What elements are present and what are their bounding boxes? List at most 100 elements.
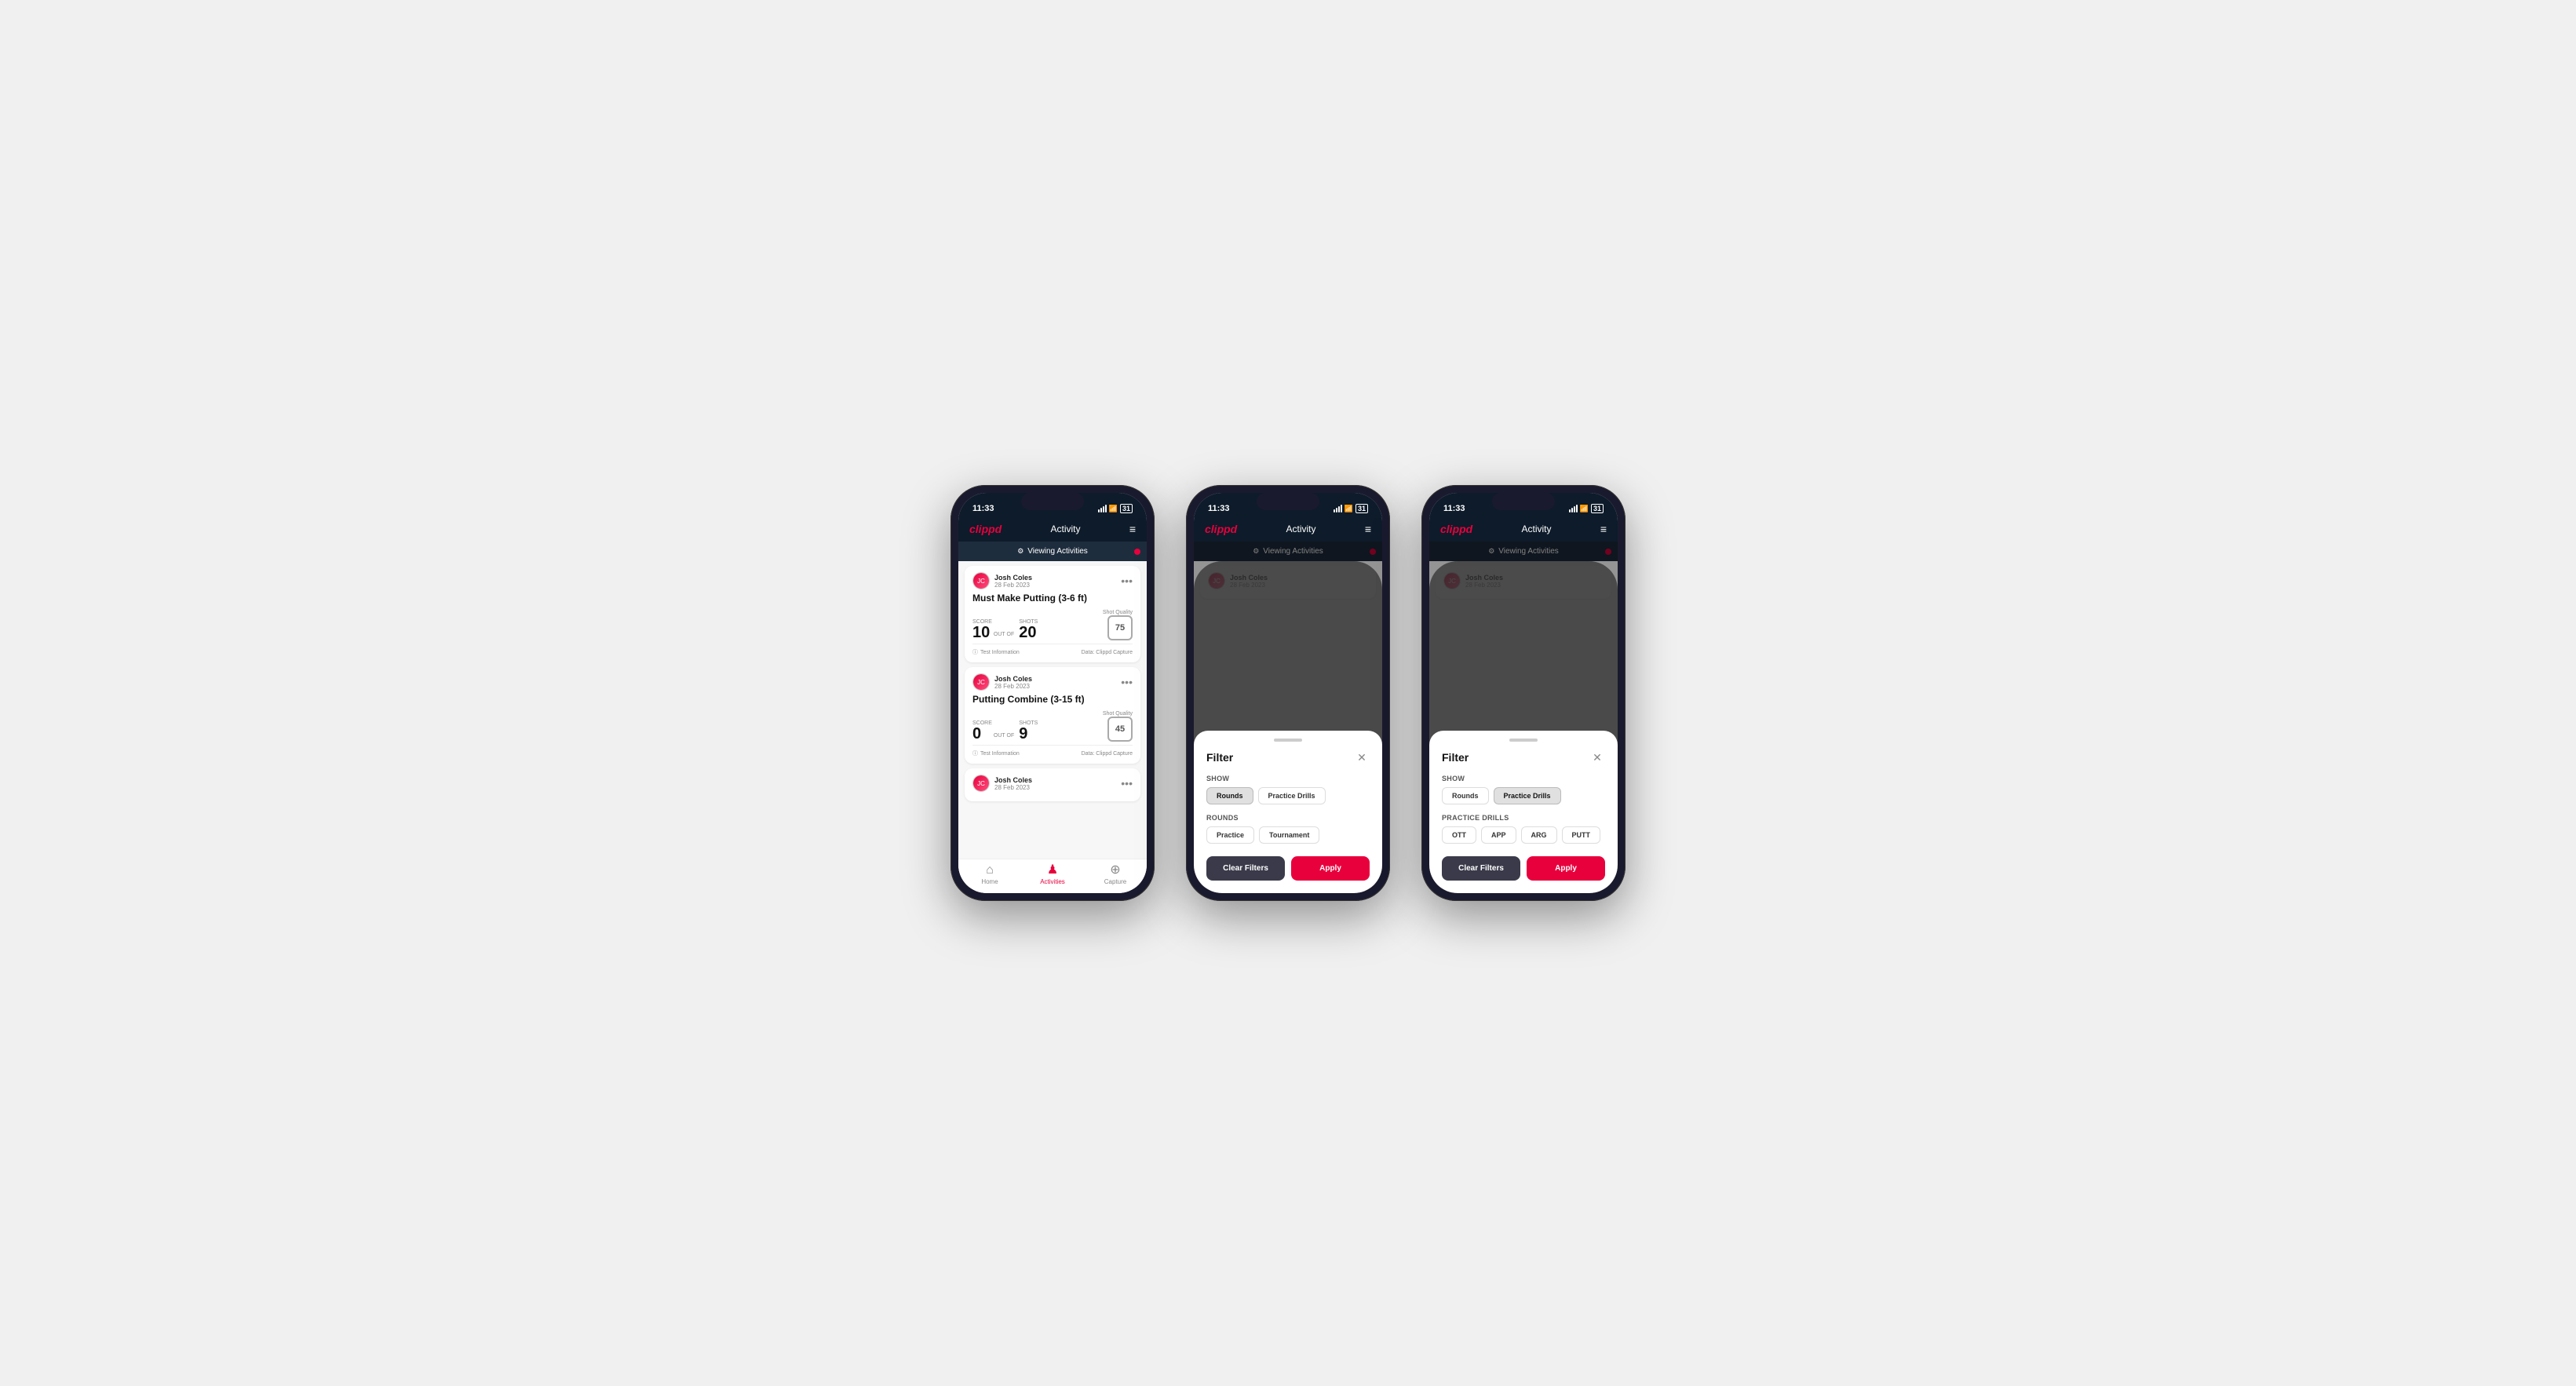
activity-card-3: JC Josh Coles 28 Feb 2023 ••• (965, 768, 1140, 801)
more-btn-2[interactable]: ••• (1121, 677, 1133, 688)
dynamic-island-3 (1492, 493, 1555, 510)
phone-2: 11:33 📶 31 clippd Activity ≡ (1186, 485, 1390, 901)
practice-drills-chips-3: OTT APP ARG PUTT (1442, 826, 1605, 844)
tab-home-1[interactable]: ⌂ Home (970, 864, 1009, 885)
apply-btn-2[interactable]: Apply (1291, 856, 1370, 881)
status-icons-3: 📶 31 (1569, 504, 1604, 513)
chip-practice-drills-2[interactable]: Practice Drills (1258, 787, 1326, 804)
card-header-3: JC Josh Coles 28 Feb 2023 ••• (972, 775, 1133, 792)
show-label-3: Show (1442, 775, 1605, 782)
tab-activities-label-1: Activities (1040, 878, 1065, 885)
filter-actions-2: Clear Filters Apply (1206, 856, 1370, 881)
chip-ott-3[interactable]: OTT (1442, 826, 1476, 844)
chip-rounds-2[interactable]: Rounds (1206, 787, 1253, 804)
viewing-bar-text-1: ⚙ Viewing Activities (1017, 547, 1088, 556)
status-icons-1: 📶 31 (1098, 504, 1133, 513)
activities-icon-1: ♟ (1047, 864, 1058, 877)
status-time-1: 11:33 (972, 504, 994, 513)
filter-icon-1: ⚙ (1017, 547, 1023, 556)
viewing-dot-2 (1370, 549, 1376, 555)
card-footer-2: ⓘ Test Information Data: Clippd Capture (972, 745, 1133, 757)
card-title-2: Putting Combine (3-15 ft) (972, 694, 1133, 705)
tab-capture-1[interactable]: ⊕ Capture (1096, 864, 1135, 885)
viewing-bar-1[interactable]: ⚙ Viewing Activities (958, 542, 1147, 561)
sq-badge-1: 75 (1107, 615, 1133, 640)
more-btn-3[interactable]: ••• (1121, 778, 1133, 789)
viewing-bar-text-2: ⚙ Viewing Activities (1253, 547, 1323, 556)
filter-icon-2: ⚙ (1253, 547, 1259, 556)
status-time-2: 11:33 (1208, 504, 1230, 513)
nav-menu-1[interactable]: ≡ (1129, 523, 1136, 535)
viewing-bar-2: ⚙ Viewing Activities (1194, 542, 1382, 561)
nav-title-2: Activity (1286, 523, 1316, 534)
card-user-3: JC Josh Coles 28 Feb 2023 (972, 775, 1032, 792)
filter-sheet-3: Filter ✕ Show Rounds Practice Drills Pra… (1429, 731, 1618, 893)
filter-sheet-2: Filter ✕ Show Rounds Practice Drills Rou… (1194, 731, 1382, 893)
signal-icon-3 (1569, 505, 1578, 512)
info-icon-2: ⓘ (972, 750, 978, 757)
bottom-tabs-1: ⌂ Home ♟ Activities ⊕ Capture (958, 859, 1147, 893)
nav-title-3: Activity (1522, 523, 1552, 534)
shots-group-2: Shots 9 (1019, 720, 1038, 742)
card-header-1: JC Josh Coles 28 Feb 2023 ••• (972, 572, 1133, 589)
username-1: Josh Coles (994, 574, 1032, 582)
chip-practice-2[interactable]: Practice (1206, 826, 1254, 844)
viewing-dot-1 (1134, 549, 1140, 555)
tab-activities-1[interactable]: ♟ Activities (1033, 864, 1072, 885)
avatar-2: JC (972, 673, 990, 691)
tab-capture-label-1: Capture (1104, 878, 1126, 885)
nav-menu-3[interactable]: ≡ (1600, 523, 1607, 535)
nav-bar-1: clippd Activity ≡ (958, 518, 1147, 542)
card-header-2: JC Josh Coles 28 Feb 2023 ••• (972, 673, 1133, 691)
date-3: 28 Feb 2023 (994, 784, 1032, 791)
chip-arg-3[interactable]: ARG (1521, 826, 1557, 844)
nav-menu-2[interactable]: ≡ (1365, 523, 1371, 535)
filter-close-3[interactable]: ✕ (1589, 750, 1605, 765)
username-3: Josh Coles (994, 776, 1032, 784)
nav-logo-2: clippd (1205, 523, 1237, 535)
score-group-2: Score 0 (972, 720, 992, 742)
filter-actions-3: Clear Filters Apply (1442, 856, 1605, 881)
signal-icon-1 (1098, 505, 1107, 512)
rounds-chips-2: Practice Tournament (1206, 826, 1370, 844)
activity-card-1: JC Josh Coles 28 Feb 2023 ••• Must Make … (965, 566, 1140, 662)
signal-icon-2 (1334, 505, 1342, 512)
show-chips-2: Rounds Practice Drills (1206, 787, 1370, 804)
phone-content-1[interactable]: JC Josh Coles 28 Feb 2023 ••• Must Make … (958, 561, 1147, 859)
dynamic-island-2 (1257, 493, 1319, 510)
sheet-header-3: Filter ✕ (1442, 750, 1605, 765)
wifi-icon-2: 📶 (1345, 505, 1353, 513)
nav-title-1: Activity (1051, 523, 1081, 534)
apply-btn-3[interactable]: Apply (1527, 856, 1605, 881)
filter-title-3: Filter (1442, 751, 1469, 764)
battery-icon-3: 31 (1591, 504, 1604, 513)
sheet-handle-3 (1509, 739, 1538, 742)
sheet-header-2: Filter ✕ (1206, 750, 1370, 765)
nav-logo-3: clippd (1440, 523, 1472, 535)
practice-drills-section-label-3: Practice Drills (1442, 814, 1605, 822)
sheet-handle-2 (1274, 739, 1302, 742)
card-footer-1: ⓘ Test Information Data: Clippd Capture (972, 644, 1133, 656)
card-title-1: Must Make Putting (3-6 ft) (972, 593, 1133, 604)
tab-home-label-1: Home (981, 878, 998, 885)
chip-putt-3[interactable]: PUTT (1562, 826, 1601, 844)
card-user-2: JC Josh Coles 28 Feb 2023 (972, 673, 1032, 691)
username-2: Josh Coles (994, 675, 1032, 683)
chip-app-3[interactable]: APP (1481, 826, 1516, 844)
date-1: 28 Feb 2023 (994, 582, 1032, 589)
wifi-icon-3: 📶 (1580, 505, 1589, 513)
viewing-dot-3 (1605, 549, 1611, 555)
chip-tournament-2[interactable]: Tournament (1259, 826, 1319, 844)
chip-practice-drills-3[interactable]: Practice Drills (1494, 787, 1561, 804)
phone-1: 11:33 📶 31 clippd Activity ≡ (950, 485, 1155, 901)
show-label-2: Show (1206, 775, 1370, 782)
show-chips-3: Rounds Practice Drills (1442, 787, 1605, 804)
filter-close-2[interactable]: ✕ (1354, 750, 1370, 765)
dynamic-island (1021, 493, 1084, 510)
nav-bar-3: clippd Activity ≡ (1429, 518, 1618, 542)
chip-rounds-3[interactable]: Rounds (1442, 787, 1489, 804)
clear-filters-btn-2[interactable]: Clear Filters (1206, 856, 1285, 881)
more-btn-1[interactable]: ••• (1121, 575, 1133, 586)
viewing-bar-text-3: ⚙ Viewing Activities (1488, 547, 1559, 556)
clear-filters-btn-3[interactable]: Clear Filters (1442, 856, 1520, 881)
